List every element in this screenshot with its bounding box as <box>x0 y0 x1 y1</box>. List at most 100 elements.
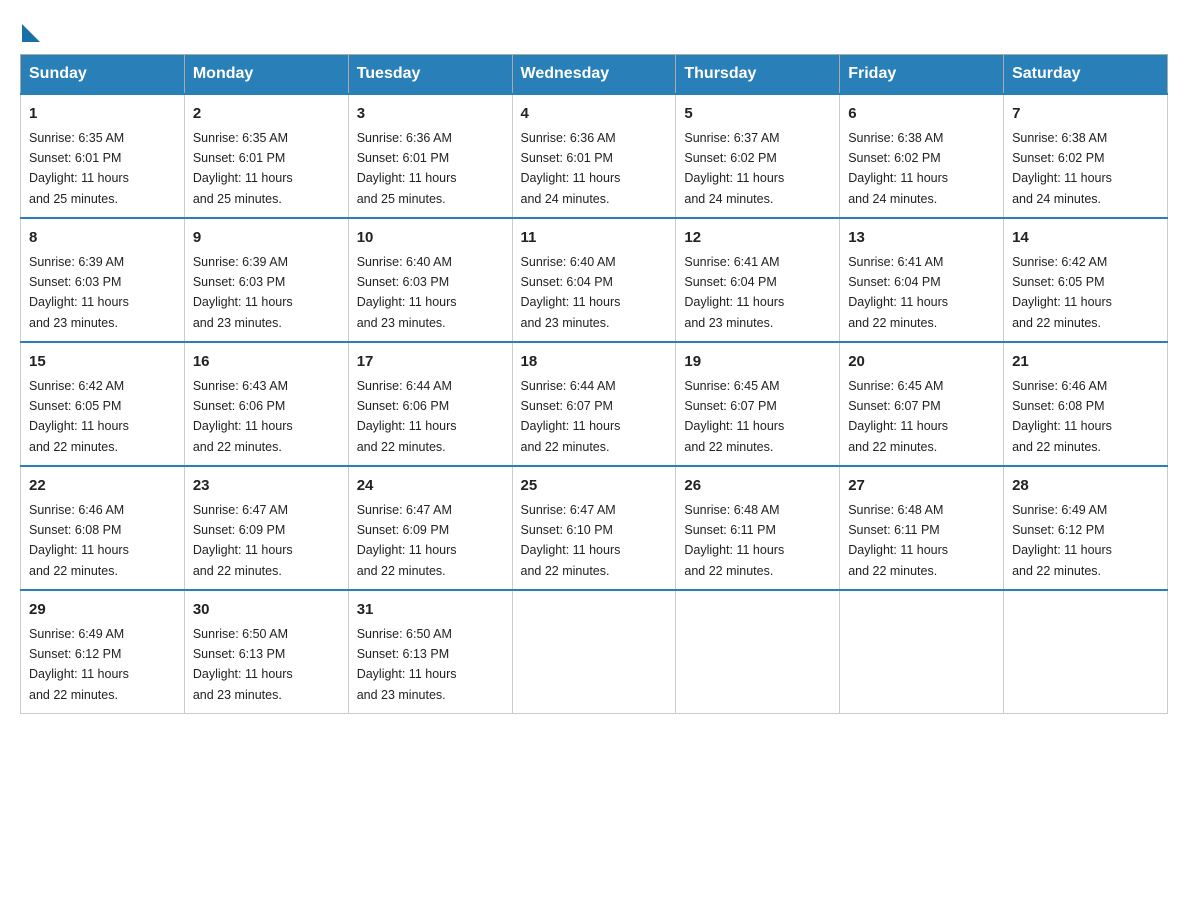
calendar-cell: 4 Sunrise: 6:36 AMSunset: 6:01 PMDayligh… <box>512 94 676 218</box>
day-number: 27 <box>848 475 995 498</box>
calendar-cell: 2 Sunrise: 6:35 AMSunset: 6:01 PMDayligh… <box>184 94 348 218</box>
day-info: Sunrise: 6:42 AMSunset: 6:05 PMDaylight:… <box>29 379 129 454</box>
calendar-cell: 30 Sunrise: 6:50 AMSunset: 6:13 PMDaylig… <box>184 590 348 714</box>
day-info: Sunrise: 6:39 AMSunset: 6:03 PMDaylight:… <box>29 255 129 330</box>
day-number: 23 <box>193 475 340 498</box>
calendar-header-row: SundayMondayTuesdayWednesdayThursdayFrid… <box>21 55 1168 95</box>
calendar-cell <box>840 590 1004 714</box>
day-info: Sunrise: 6:35 AMSunset: 6:01 PMDaylight:… <box>29 131 129 206</box>
day-number: 8 <box>29 227 176 250</box>
day-info: Sunrise: 6:50 AMSunset: 6:13 PMDaylight:… <box>193 627 293 702</box>
day-number: 26 <box>684 475 831 498</box>
day-info: Sunrise: 6:36 AMSunset: 6:01 PMDaylight:… <box>357 131 457 206</box>
calendar-cell: 8 Sunrise: 6:39 AMSunset: 6:03 PMDayligh… <box>21 218 185 342</box>
day-number: 15 <box>29 351 176 374</box>
logo <box>20 20 40 38</box>
day-number: 5 <box>684 103 831 126</box>
calendar-cell <box>676 590 840 714</box>
header-saturday: Saturday <box>1004 55 1168 95</box>
calendar-cell: 20 Sunrise: 6:45 AMSunset: 6:07 PMDaylig… <box>840 342 1004 466</box>
header-wednesday: Wednesday <box>512 55 676 95</box>
calendar-cell: 26 Sunrise: 6:48 AMSunset: 6:11 PMDaylig… <box>676 466 840 590</box>
day-number: 3 <box>357 103 504 126</box>
calendar-cell: 14 Sunrise: 6:42 AMSunset: 6:05 PMDaylig… <box>1004 218 1168 342</box>
calendar-cell: 19 Sunrise: 6:45 AMSunset: 6:07 PMDaylig… <box>676 342 840 466</box>
week-row-2: 8 Sunrise: 6:39 AMSunset: 6:03 PMDayligh… <box>21 218 1168 342</box>
day-info: Sunrise: 6:35 AMSunset: 6:01 PMDaylight:… <box>193 131 293 206</box>
day-number: 25 <box>521 475 668 498</box>
day-info: Sunrise: 6:46 AMSunset: 6:08 PMDaylight:… <box>1012 379 1112 454</box>
day-number: 13 <box>848 227 995 250</box>
logo-triangle-icon <box>22 24 40 42</box>
calendar-cell: 28 Sunrise: 6:49 AMSunset: 6:12 PMDaylig… <box>1004 466 1168 590</box>
day-info: Sunrise: 6:44 AMSunset: 6:06 PMDaylight:… <box>357 379 457 454</box>
calendar-cell: 10 Sunrise: 6:40 AMSunset: 6:03 PMDaylig… <box>348 218 512 342</box>
header-tuesday: Tuesday <box>348 55 512 95</box>
day-number: 2 <box>193 103 340 126</box>
day-number: 21 <box>1012 351 1159 374</box>
header-monday: Monday <box>184 55 348 95</box>
day-info: Sunrise: 6:48 AMSunset: 6:11 PMDaylight:… <box>848 503 948 578</box>
day-info: Sunrise: 6:42 AMSunset: 6:05 PMDaylight:… <box>1012 255 1112 330</box>
day-number: 14 <box>1012 227 1159 250</box>
day-info: Sunrise: 6:41 AMSunset: 6:04 PMDaylight:… <box>848 255 948 330</box>
calendar-cell: 15 Sunrise: 6:42 AMSunset: 6:05 PMDaylig… <box>21 342 185 466</box>
page-header <box>20 20 1168 38</box>
week-row-3: 15 Sunrise: 6:42 AMSunset: 6:05 PMDaylig… <box>21 342 1168 466</box>
day-info: Sunrise: 6:41 AMSunset: 6:04 PMDaylight:… <box>684 255 784 330</box>
day-info: Sunrise: 6:49 AMSunset: 6:12 PMDaylight:… <box>29 627 129 702</box>
calendar-cell: 27 Sunrise: 6:48 AMSunset: 6:11 PMDaylig… <box>840 466 1004 590</box>
calendar-cell: 5 Sunrise: 6:37 AMSunset: 6:02 PMDayligh… <box>676 94 840 218</box>
day-number: 9 <box>193 227 340 250</box>
calendar-cell: 9 Sunrise: 6:39 AMSunset: 6:03 PMDayligh… <box>184 218 348 342</box>
day-info: Sunrise: 6:48 AMSunset: 6:11 PMDaylight:… <box>684 503 784 578</box>
day-info: Sunrise: 6:47 AMSunset: 6:09 PMDaylight:… <box>193 503 293 578</box>
day-info: Sunrise: 6:45 AMSunset: 6:07 PMDaylight:… <box>848 379 948 454</box>
calendar-cell: 16 Sunrise: 6:43 AMSunset: 6:06 PMDaylig… <box>184 342 348 466</box>
calendar-cell: 21 Sunrise: 6:46 AMSunset: 6:08 PMDaylig… <box>1004 342 1168 466</box>
calendar-cell: 29 Sunrise: 6:49 AMSunset: 6:12 PMDaylig… <box>21 590 185 714</box>
day-number: 31 <box>357 599 504 622</box>
day-info: Sunrise: 6:46 AMSunset: 6:08 PMDaylight:… <box>29 503 129 578</box>
day-info: Sunrise: 6:45 AMSunset: 6:07 PMDaylight:… <box>684 379 784 454</box>
calendar-cell: 3 Sunrise: 6:36 AMSunset: 6:01 PMDayligh… <box>348 94 512 218</box>
day-number: 29 <box>29 599 176 622</box>
header-sunday: Sunday <box>21 55 185 95</box>
day-number: 24 <box>357 475 504 498</box>
calendar-cell <box>512 590 676 714</box>
day-info: Sunrise: 6:50 AMSunset: 6:13 PMDaylight:… <box>357 627 457 702</box>
calendar-cell: 6 Sunrise: 6:38 AMSunset: 6:02 PMDayligh… <box>840 94 1004 218</box>
header-friday: Friday <box>840 55 1004 95</box>
day-info: Sunrise: 6:47 AMSunset: 6:10 PMDaylight:… <box>521 503 621 578</box>
day-number: 16 <box>193 351 340 374</box>
day-info: Sunrise: 6:49 AMSunset: 6:12 PMDaylight:… <box>1012 503 1112 578</box>
day-info: Sunrise: 6:38 AMSunset: 6:02 PMDaylight:… <box>848 131 948 206</box>
day-number: 30 <box>193 599 340 622</box>
day-info: Sunrise: 6:39 AMSunset: 6:03 PMDaylight:… <box>193 255 293 330</box>
day-info: Sunrise: 6:38 AMSunset: 6:02 PMDaylight:… <box>1012 131 1112 206</box>
day-number: 28 <box>1012 475 1159 498</box>
day-number: 19 <box>684 351 831 374</box>
day-number: 7 <box>1012 103 1159 126</box>
day-info: Sunrise: 6:43 AMSunset: 6:06 PMDaylight:… <box>193 379 293 454</box>
day-number: 20 <box>848 351 995 374</box>
day-info: Sunrise: 6:40 AMSunset: 6:04 PMDaylight:… <box>521 255 621 330</box>
calendar-cell <box>1004 590 1168 714</box>
calendar-cell: 18 Sunrise: 6:44 AMSunset: 6:07 PMDaylig… <box>512 342 676 466</box>
day-number: 6 <box>848 103 995 126</box>
calendar-cell: 24 Sunrise: 6:47 AMSunset: 6:09 PMDaylig… <box>348 466 512 590</box>
day-number: 1 <box>29 103 176 126</box>
day-info: Sunrise: 6:44 AMSunset: 6:07 PMDaylight:… <box>521 379 621 454</box>
day-info: Sunrise: 6:40 AMSunset: 6:03 PMDaylight:… <box>357 255 457 330</box>
calendar-cell: 13 Sunrise: 6:41 AMSunset: 6:04 PMDaylig… <box>840 218 1004 342</box>
week-row-5: 29 Sunrise: 6:49 AMSunset: 6:12 PMDaylig… <box>21 590 1168 714</box>
day-info: Sunrise: 6:47 AMSunset: 6:09 PMDaylight:… <box>357 503 457 578</box>
calendar-cell: 17 Sunrise: 6:44 AMSunset: 6:06 PMDaylig… <box>348 342 512 466</box>
day-number: 12 <box>684 227 831 250</box>
day-number: 22 <box>29 475 176 498</box>
day-info: Sunrise: 6:37 AMSunset: 6:02 PMDaylight:… <box>684 131 784 206</box>
calendar-cell: 31 Sunrise: 6:50 AMSunset: 6:13 PMDaylig… <box>348 590 512 714</box>
calendar-cell: 22 Sunrise: 6:46 AMSunset: 6:08 PMDaylig… <box>21 466 185 590</box>
week-row-4: 22 Sunrise: 6:46 AMSunset: 6:08 PMDaylig… <box>21 466 1168 590</box>
calendar-table: SundayMondayTuesdayWednesdayThursdayFrid… <box>20 54 1168 714</box>
